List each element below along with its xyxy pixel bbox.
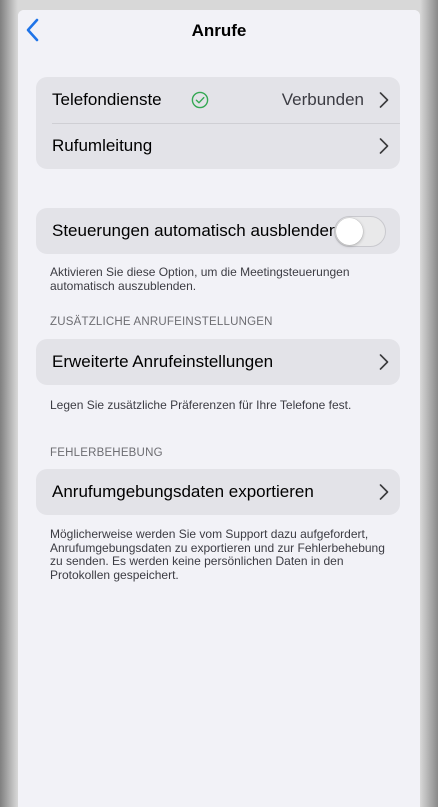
troubleshooting-header: FEHLERBEHEBUNG bbox=[50, 447, 163, 459]
phone-services-row[interactable]: Telefondienste Verbunden bbox=[36, 77, 400, 123]
call-forwarding-label: Rufumleitung bbox=[52, 136, 153, 155]
phone-settings-group: Telefondienste Verbunden Rufumleitung bbox=[36, 77, 400, 169]
auto-hide-footnote: Aktivieren Sie diese Option, um die Meet… bbox=[50, 265, 350, 293]
chevron-right-icon bbox=[379, 484, 389, 500]
call-forwarding-row[interactable]: Rufumleitung bbox=[36, 123, 400, 169]
settings-screen: Anrufe Telefondienste Verbunden Rufumlei… bbox=[18, 10, 420, 807]
export-call-data-row[interactable]: Anrufumgebungsdaten exportieren bbox=[36, 469, 400, 515]
advanced-call-settings-label: Erweiterte Anrufeinstellungen bbox=[52, 352, 274, 371]
additional-settings-header: ZUSÄTZLICHE ANRUFEINSTELLUNGEN bbox=[50, 316, 273, 328]
auto-hide-group: Steuerungen automatisch ausblenden bbox=[36, 208, 400, 254]
phone-services-label: Telefondienste bbox=[52, 90, 162, 109]
navigation-bar: Anrufe bbox=[18, 10, 420, 52]
page-title: Anrufe bbox=[191, 21, 247, 40]
toggle-knob bbox=[336, 218, 363, 245]
additional-settings-group: Erweiterte Anrufeinstellungen bbox=[36, 339, 400, 385]
troubleshooting-group: Anrufumgebungsdaten exportieren bbox=[36, 469, 400, 515]
chevron-right-icon bbox=[379, 92, 389, 108]
export-call-data-label: Anrufumgebungsdaten exportieren bbox=[52, 482, 314, 501]
chevron-right-icon bbox=[379, 138, 389, 154]
auto-hide-label: Steuerungen automatisch ausblenden bbox=[52, 221, 339, 240]
check-circle-icon bbox=[191, 91, 209, 109]
additional-settings-footnote: Legen Sie zusätzliche Präferenzen für Ih… bbox=[50, 398, 352, 412]
auto-hide-row: Steuerungen automatisch ausblenden bbox=[36, 208, 400, 254]
troubleshooting-footnote: Möglicherweise werden Sie vom Support da… bbox=[50, 527, 385, 582]
phone-services-status: Verbunden bbox=[281, 90, 364, 109]
advanced-call-settings-row[interactable]: Erweiterte Anrufeinstellungen bbox=[36, 339, 400, 385]
auto-hide-toggle[interactable] bbox=[334, 216, 386, 247]
chevron-right-icon bbox=[379, 354, 389, 370]
